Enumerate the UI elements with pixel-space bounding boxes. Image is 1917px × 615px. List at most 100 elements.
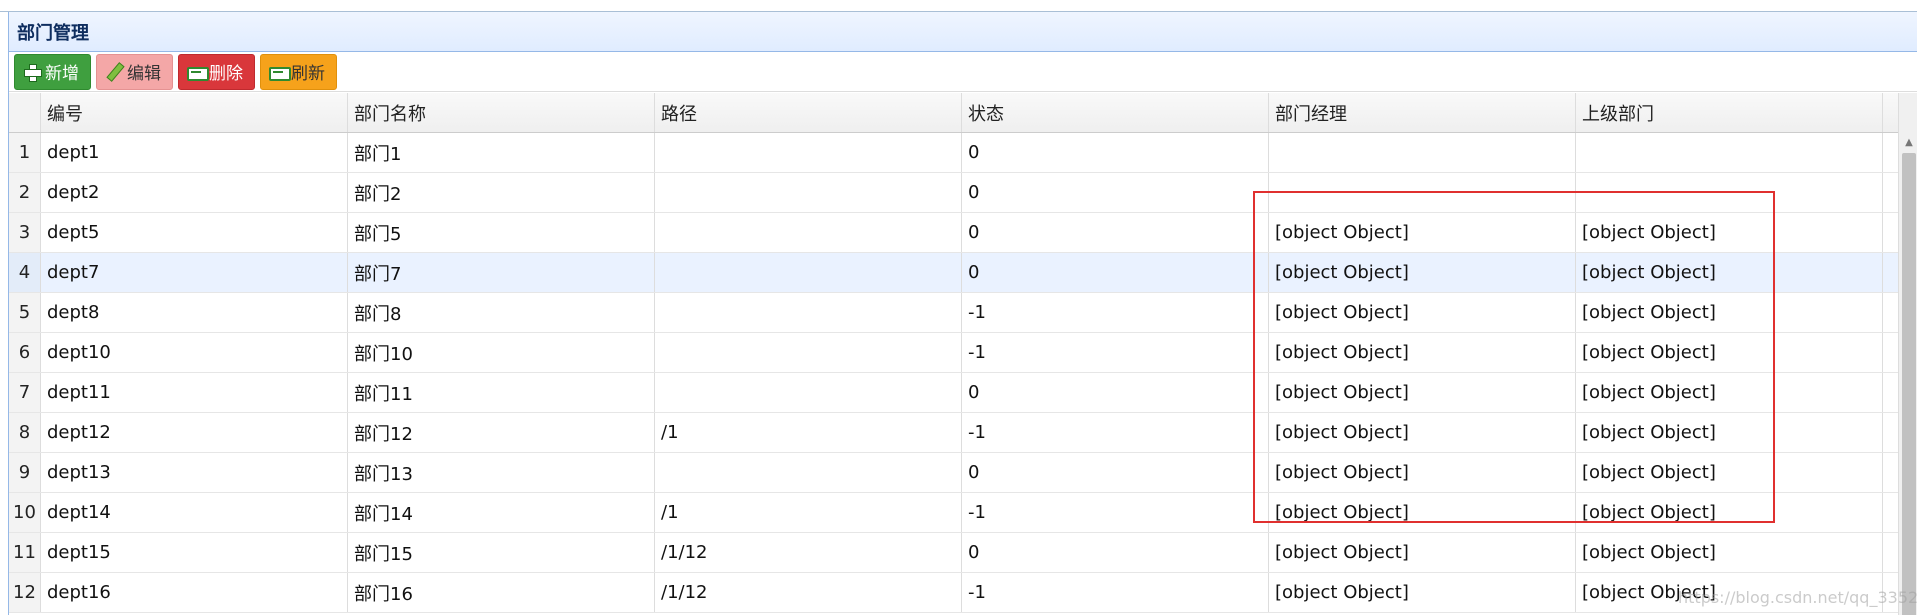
cell-manager: [object Object] [1269, 533, 1576, 572]
refresh-icon [269, 63, 291, 81]
department-table: 编号 部门名称 路径 状态 部门经理 上级部门 1 dept1 部门1 0 2 … [9, 93, 1898, 613]
cell-name: 部门1 [348, 133, 655, 172]
cell-manager: [object Object] [1269, 293, 1576, 332]
cell-status: 0 [962, 133, 1269, 172]
row-number: 8 [9, 413, 41, 452]
cell-code: dept16 [41, 573, 348, 612]
plus-icon [23, 63, 42, 82]
top-strip [0, 0, 1917, 12]
column-header-path[interactable]: 路径 [655, 93, 962, 132]
table-row[interactable]: 6 dept10 部门10 -1 [object Object] [object… [9, 333, 1898, 373]
cell-manager: [object Object] [1269, 213, 1576, 252]
table-row[interactable]: 3 dept5 部门5 0 [object Object] [object Ob… [9, 213, 1898, 253]
cell-name: 部门12 [348, 413, 655, 452]
table-row[interactable]: 1 dept1 部门1 0 [9, 133, 1898, 173]
table-row-selected[interactable]: 4 dept7 部门7 0 [object Object] [object Ob… [9, 253, 1898, 293]
table-row[interactable]: 5 dept8 部门8 -1 [object Object] [object O… [9, 293, 1898, 333]
panel-header: 部门管理 [9, 12, 1917, 52]
cell-status: -1 [962, 293, 1269, 332]
row-number: 3 [9, 213, 41, 252]
cell-status: 0 [962, 373, 1269, 412]
cell-manager: [object Object] [1269, 573, 1576, 612]
cell-status: -1 [962, 573, 1269, 612]
cell-code: dept14 [41, 493, 348, 532]
pencil-icon [105, 63, 123, 81]
cell-code: dept2 [41, 173, 348, 212]
cell-manager: [object Object] [1269, 373, 1576, 412]
cell-path [655, 213, 962, 252]
cell-path [655, 173, 962, 212]
cell-manager: [object Object] [1269, 253, 1576, 292]
edit-button[interactable]: 编辑 [96, 53, 173, 90]
cell-manager: [object Object] [1269, 493, 1576, 532]
column-header-parent[interactable]: 上级部门 [1576, 93, 1883, 132]
table-row[interactable]: 7 dept11 部门11 0 [object Object] [object … [9, 373, 1898, 413]
cell-parent: [object Object] [1576, 293, 1883, 332]
column-header-name[interactable]: 部门名称 [348, 93, 655, 132]
scroll-thumb[interactable] [1902, 153, 1916, 615]
cell-code: dept15 [41, 533, 348, 572]
column-header-status[interactable]: 状态 [962, 93, 1269, 132]
scroll-up-arrow-icon[interactable]: ▲ [1899, 135, 1917, 149]
row-number: 1 [9, 133, 41, 172]
cell-parent: [object Object] [1576, 493, 1883, 532]
cell-name: 部门14 [348, 493, 655, 532]
cell-path: /1/12 [655, 533, 962, 572]
cell-name: 部门5 [348, 213, 655, 252]
cell-parent: [object Object] [1576, 253, 1883, 292]
refresh-button[interactable]: 刷新 [260, 53, 337, 90]
cell-code: dept13 [41, 453, 348, 492]
delete-button[interactable]: 删除 [178, 53, 255, 90]
cell-status: -1 [962, 493, 1269, 532]
toolbar: 新增 编辑 删除 刷新 [9, 52, 1917, 92]
cell-parent [1576, 173, 1883, 212]
minus-icon [187, 63, 209, 81]
cell-path [655, 333, 962, 372]
row-number: 12 [9, 573, 41, 612]
cell-code: dept7 [41, 253, 348, 292]
add-button[interactable]: 新增 [14, 53, 91, 90]
cell-status: 0 [962, 253, 1269, 292]
vertical-scrollbar[interactable]: ▲ [1898, 93, 1917, 615]
cell-path [655, 373, 962, 412]
cell-parent: [object Object] [1576, 373, 1883, 412]
table-row[interactable]: 11 dept15 部门15 /1/12 0 [object Object] [… [9, 533, 1898, 573]
cell-name: 部门7 [348, 253, 655, 292]
table-row[interactable]: 8 dept12 部门12 /1 -1 [object Object] [obj… [9, 413, 1898, 453]
cell-manager: [object Object] [1269, 413, 1576, 452]
cell-code: dept8 [41, 293, 348, 332]
row-number: 7 [9, 373, 41, 412]
cell-parent: [object Object] [1576, 533, 1883, 572]
column-header-code[interactable]: 编号 [41, 93, 348, 132]
table-row[interactable]: 10 dept14 部门14 /1 -1 [object Object] [ob… [9, 493, 1898, 533]
cell-name: 部门15 [348, 533, 655, 572]
cell-name: 部门8 [348, 293, 655, 332]
table-row[interactable]: 2 dept2 部门2 0 [9, 173, 1898, 213]
cell-path [655, 453, 962, 492]
table-header: 编号 部门名称 路径 状态 部门经理 上级部门 [9, 93, 1898, 133]
table-row[interactable]: 12 dept16 部门16 /1/12 -1 [object Object] … [9, 573, 1898, 613]
cell-status: -1 [962, 413, 1269, 452]
cell-path: /1 [655, 413, 962, 452]
column-header-manager[interactable]: 部门经理 [1269, 93, 1576, 132]
cell-name: 部门13 [348, 453, 655, 492]
row-number: 9 [9, 453, 41, 492]
cell-code: dept12 [41, 413, 348, 452]
row-number: 11 [9, 533, 41, 572]
watermark: https://blog.csdn.net/qq_33526760 [1678, 588, 1917, 607]
cell-name: 部门2 [348, 173, 655, 212]
cell-status: 0 [962, 213, 1269, 252]
refresh-button-label: 刷新 [291, 64, 325, 84]
row-number: 10 [9, 493, 41, 532]
cell-path: /1/12 [655, 573, 962, 612]
row-number: 6 [9, 333, 41, 372]
cell-parent: [object Object] [1576, 413, 1883, 452]
cell-parent: [object Object] [1576, 333, 1883, 372]
table-row[interactable]: 9 dept13 部门13 0 [object Object] [object … [9, 453, 1898, 493]
cell-manager [1269, 133, 1576, 172]
cell-status: 0 [962, 173, 1269, 212]
cell-path [655, 133, 962, 172]
cell-manager: [object Object] [1269, 333, 1576, 372]
cell-path [655, 253, 962, 292]
row-number: 2 [9, 173, 41, 212]
